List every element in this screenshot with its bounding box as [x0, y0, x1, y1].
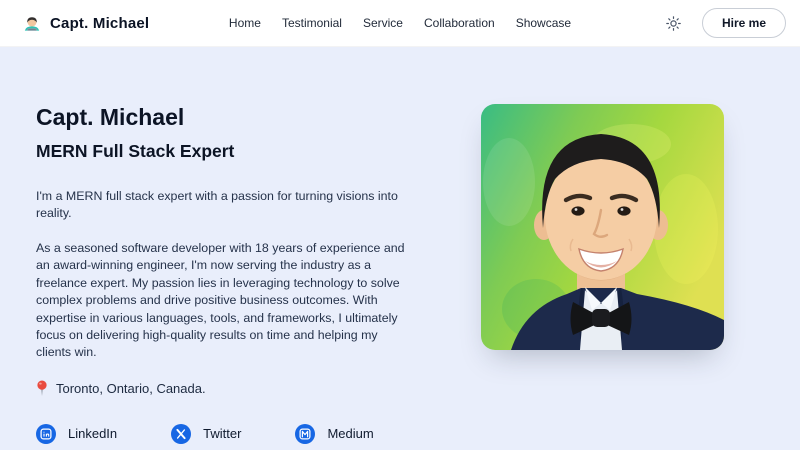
brand[interactable]: Capt. Michael — [22, 13, 149, 33]
linkedin-icon — [36, 424, 56, 444]
brand-name: Capt. Michael — [50, 15, 149, 32]
social-label: Twitter — [203, 426, 241, 441]
technologist-emoji-icon — [22, 13, 42, 33]
social-label: LinkedIn — [68, 426, 117, 441]
social-link-medium[interactable]: Medium — [295, 424, 373, 444]
location-row: Toronto, Ontario, Canada. — [36, 380, 416, 397]
sun-icon — [666, 16, 681, 31]
medium-icon — [295, 424, 315, 444]
bio-text: As a seasoned software developer with 18… — [36, 240, 408, 362]
nav-link-collaboration[interactable]: Collaboration — [424, 16, 495, 30]
theme-toggle-button[interactable] — [664, 14, 683, 33]
location-text: Toronto, Ontario, Canada. — [56, 381, 206, 396]
social-link-twitter[interactable]: Twitter — [171, 424, 241, 444]
nav-link-home[interactable]: Home — [229, 16, 261, 30]
nav-links: Home Testimonial Service Collaboration S… — [229, 0, 571, 46]
nav-link-service[interactable]: Service — [363, 16, 403, 30]
social-label: Medium — [327, 426, 373, 441]
social-links: LinkedIn Twitter Medium — [36, 424, 416, 444]
social-link-linkedin[interactable]: LinkedIn — [36, 424, 117, 444]
page-title: Capt. Michael — [36, 104, 416, 132]
intro-text: I'm a MERN full stack expert with a pass… — [36, 188, 408, 223]
page-subtitle: MERN Full Stack Expert — [36, 141, 416, 162]
nav-link-showcase[interactable]: Showcase — [516, 16, 571, 30]
profile-photo — [481, 104, 724, 350]
x-icon — [171, 424, 191, 444]
hero-text-column: Capt. Michael MERN Full Stack Expert I'm… — [36, 104, 416, 444]
hire-me-button[interactable]: Hire me — [702, 8, 786, 38]
hero-section: Capt. Michael MERN Full Stack Expert I'm… — [0, 47, 800, 450]
nav-link-testimonial[interactable]: Testimonial — [282, 16, 342, 30]
navbar-controls: Hire me — [664, 8, 786, 38]
round-pushpin-icon — [36, 380, 48, 397]
navbar: Capt. Michael Home Testimonial Service C… — [0, 0, 800, 47]
